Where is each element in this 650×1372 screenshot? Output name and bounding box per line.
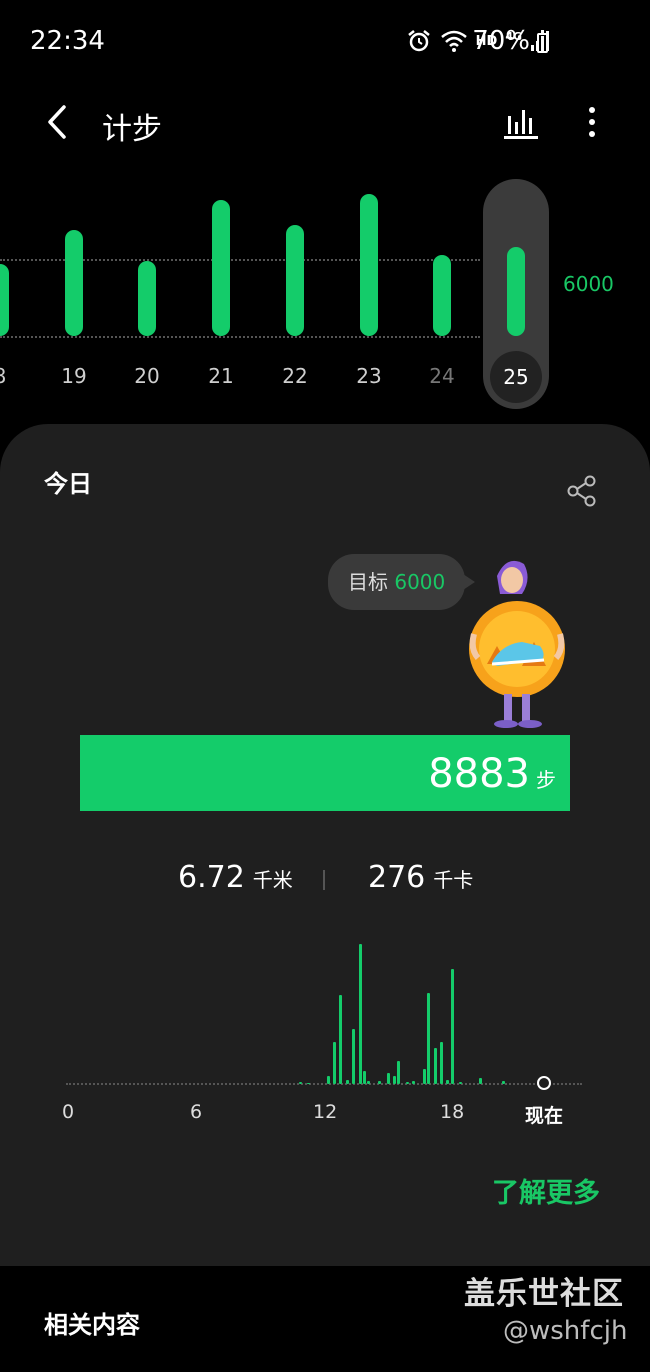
weekly-day-label-25[interactable]: 25 [490,351,542,403]
weekly-bar-22[interactable] [286,224,304,336]
step-count: 8883 步 [428,745,556,809]
watermark-line2: @wshfcjh [503,1316,628,1346]
step-count-unit: 步 [536,768,556,792]
weekly-bar-19[interactable] [65,230,83,336]
hourly-bar [392,1075,396,1084]
hour-label: 18 [440,1101,465,1123]
weekly-bar-23[interactable] [360,194,378,336]
goal-line-label: 6000 [563,272,614,296]
hourly-bar [397,1060,401,1084]
share-icon[interactable] [566,474,598,508]
hourly-steps-chart: 0 6 12 18 现在 [0,934,650,1144]
distance-stat: 6.72 千米 [178,860,293,895]
baseline [0,336,480,338]
weekly-bar-21[interactable] [212,200,230,336]
weekly-bar-8[interactable] [0,263,9,336]
steps-progress-bar: 8883 步 [80,735,570,811]
distance-unit: 千米 [252,868,293,892]
hourly-bar [450,969,454,1084]
hourly-bar [433,1047,437,1084]
hour-label-now: 现在 [525,1105,564,1127]
weekly-bar-20[interactable] [138,261,156,336]
hourly-bar [405,1081,409,1084]
goal-prefix: 目标 [348,570,388,594]
hourly-bar [352,1028,356,1084]
weekly-day-label-8[interactable]: 8 [0,364,20,388]
today-title: 今日 [44,470,92,498]
status-bar: 22:34 HD 4G 70% [0,0,650,88]
today-stats: 6.72 千米 276 千卡 [0,856,650,906]
hourly-bar [358,944,362,1084]
hour-label: 12 [313,1101,338,1123]
trends-chart-icon[interactable] [503,104,539,140]
hourly-bar [326,1075,330,1084]
more-options-icon[interactable] [580,102,604,142]
weekly-day-label-20[interactable]: 20 [127,364,167,388]
status-time: 22:34 [30,26,105,56]
goal-value: 6000 [394,570,446,594]
hourly-bar [345,1079,349,1084]
now-marker [537,1076,551,1090]
hour-label: 6 [190,1101,203,1123]
weekly-steps-chart[interactable]: 6000 8 19 20 21 22 23 24 25 [0,160,650,420]
distance-value: 6.72 [178,860,245,895]
hourly-bar [412,1080,416,1084]
hourly-bar [377,1080,381,1084]
related-content-title: 相关内容 [44,1311,140,1339]
hourly-bar [333,1041,336,1084]
battery-icon [537,30,548,53]
hourly-bar [478,1077,482,1084]
hourly-bar [307,1082,311,1084]
hourly-bar [427,992,431,1084]
weekly-day-label-21[interactable]: 21 [201,364,241,388]
calories-unit: 千卡 [433,868,474,892]
page-title: 计步 [102,112,162,147]
weekly-day-label-23[interactable]: 23 [349,364,389,388]
weekly-day-label-19[interactable]: 19 [54,364,94,388]
learn-more-link[interactable]: 了解更多 [492,1171,600,1210]
alarm-icon [407,30,430,52]
app-bar: 计步 [0,88,650,158]
weekly-bar-25[interactable] [507,246,525,336]
watermark-line1: 盖乐世社区 [464,1276,624,1312]
hourly-bar [367,1081,371,1084]
today-card: 今日 目标 6000 8883 步 6.72 千米 276 千卡 0 6 12 … [0,424,650,1266]
weekly-bar-24[interactable] [433,254,451,336]
hourly-bar [339,994,343,1084]
goal-bubble: 目标 6000 [328,554,476,610]
back-icon[interactable] [38,102,78,142]
weekly-day-label-22[interactable]: 22 [275,364,315,388]
calories-value: 276 [368,860,426,895]
stats-divider [323,870,325,890]
battery-percent: 70% [472,26,530,56]
hourly-bar [362,1071,366,1084]
wifi-icon [440,30,467,52]
hourly-bar [298,1081,302,1084]
weekly-day-label-24[interactable]: 24 [422,364,462,388]
hour-label: 0 [62,1101,75,1123]
hourly-bar [502,1081,506,1084]
hourly-bar [386,1073,390,1084]
mascot-badge-illustration [469,560,565,728]
hourly-bar [422,1069,426,1084]
step-count-value: 8883 [428,751,530,797]
hourly-bar [440,1041,443,1084]
calories-stat: 276 千卡 [368,860,473,895]
